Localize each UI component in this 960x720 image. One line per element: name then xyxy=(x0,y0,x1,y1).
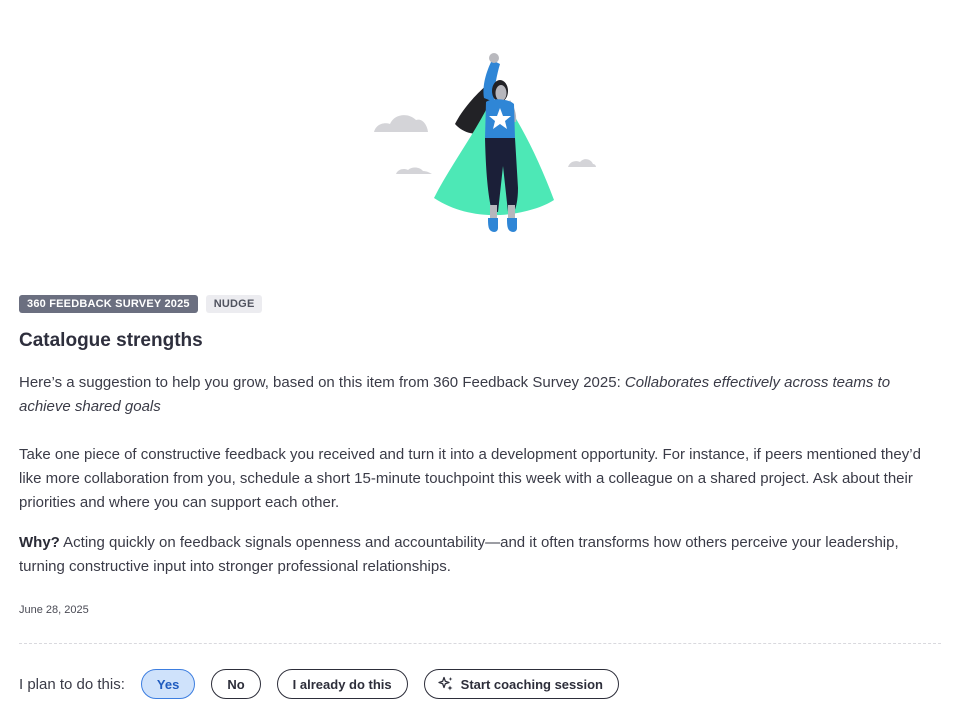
suggestion-title: Catalogue strengths xyxy=(19,330,203,351)
sparkle-icon xyxy=(438,676,453,691)
start-coaching-label: Start coaching session xyxy=(460,676,603,692)
nudge-tag: NUDGE xyxy=(205,295,263,313)
plan-response-bar: I plan to do this: Yes No I already do t… xyxy=(19,668,635,700)
intro-text: Here’s a suggestion to help you grow, ba… xyxy=(19,374,625,391)
no-button[interactable]: No xyxy=(211,669,261,699)
intro-paragraph: Here’s a suggestion to help you grow, ba… xyxy=(19,371,939,419)
hero-illustration xyxy=(0,0,960,290)
why-label: Why? xyxy=(19,534,60,551)
divider xyxy=(19,643,941,644)
why-text: Acting quickly on feedback signals openn… xyxy=(19,534,899,575)
suggestion-date: June 28, 2025 xyxy=(19,604,89,616)
yes-button[interactable]: Yes xyxy=(140,669,196,699)
suggestion-body: Take one piece of constructive feedback … xyxy=(19,446,921,511)
plan-label: I plan to do this: xyxy=(19,675,125,693)
survey-tag: 360 FEEDBACK SURVEY 2025 xyxy=(19,295,198,313)
start-coaching-session-button[interactable]: Start coaching session xyxy=(423,669,619,699)
why-paragraph: Why? Acting quickly on feedback signals … xyxy=(19,531,939,579)
superhero-illustration xyxy=(374,53,596,232)
already-do-this-button[interactable]: I already do this xyxy=(276,669,408,699)
tag-group: 360 FEEDBACK SURVEY 2025 NUDGE xyxy=(19,295,263,313)
